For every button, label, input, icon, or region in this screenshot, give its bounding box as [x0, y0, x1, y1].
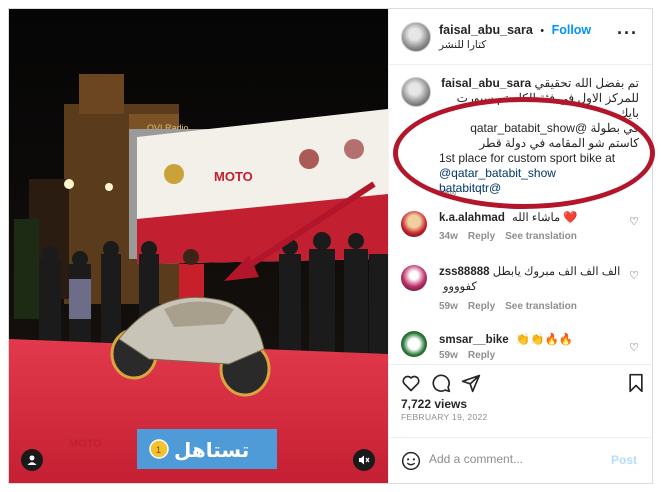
arabic-line-1: تم بفضل الله تحقيقي [534, 76, 639, 90]
arabic-line-2: للمركز الاول في فئة الكاستم سبورت بايك [456, 91, 639, 120]
comment-text: 👏👏🔥🔥 [515, 334, 574, 346]
heart-icon[interactable] [401, 373, 421, 393]
comment-item: k.a.alahmad ماشاء الله ❤️ 34w Reply See tr… [389, 207, 653, 257]
post-date[interactable]: FEBRUARY 19, 2022 [401, 412, 488, 422]
svg-text:1: 1 [156, 445, 161, 455]
comment-time[interactable]: 59w [439, 350, 458, 361]
comment-text: ماشاء الله ❤️ [512, 212, 578, 224]
more-options-icon[interactable]: ··· [617, 23, 638, 44]
tagged-users-button[interactable] [21, 449, 43, 471]
mute-button[interactable] [353, 449, 375, 471]
reply-button[interactable]: Reply [468, 350, 495, 361]
arabic-line-4: كاستم شو المقامه في دولة قطر [479, 136, 639, 150]
comment-username[interactable]: smsar__bike [439, 334, 509, 346]
muted-speaker-icon [359, 455, 370, 465]
see-translation-button[interactable]: See translation [505, 231, 577, 242]
user-icon [27, 455, 37, 465]
bookmark-icon[interactable] [627, 373, 645, 393]
post-video[interactable]: QVI Radio MOTO تستاهل 1 MOTO [9, 9, 388, 483]
comment-icon[interactable] [431, 373, 451, 393]
author-avatar[interactable] [401, 22, 431, 52]
reply-button[interactable]: Reply [468, 231, 495, 242]
sponsor-logo-moto: MOTO [214, 169, 253, 184]
author-username[interactable]: faisal_abu_sara [439, 23, 533, 37]
mention-link[interactable]: @qatar_batabit_show [439, 166, 639, 181]
comment-avatar[interactable] [401, 331, 427, 357]
share-icon[interactable] [461, 373, 481, 393]
view-count[interactable]: 7,722 views [401, 397, 467, 411]
comment-time[interactable]: 34w [439, 231, 458, 242]
caption-text: تم بفضل الله تحقيقي faisal_abu_sara للمر… [439, 76, 639, 196]
caption-avatar[interactable] [401, 77, 431, 107]
caption-username[interactable]: faisal_abu_sara [441, 76, 531, 90]
post-sidebar: faisal_abu_sara • Follow كتارا للنشر ···… [388, 9, 653, 483]
post-location[interactable]: كتارا للنشر [439, 39, 486, 51]
comment-input[interactable] [429, 452, 599, 466]
tag-link[interactable]: batabitqtr@ [439, 181, 639, 196]
comment-like-heart-icon[interactable]: ♡ [629, 269, 639, 282]
separator-dot: • [540, 25, 545, 37]
caption-time[interactable]: 65w [439, 188, 456, 199]
comment-item: zss88888 الف الف الف مبروك يابطل كفوووو … [389, 261, 653, 323]
comment-username[interactable]: k.a.alahmad [439, 212, 505, 224]
banner-text: تستاهل [174, 438, 249, 462]
video-frame: QVI Radio MOTO تستاهل 1 MOTO [9, 9, 388, 483]
emoji-icon[interactable] [401, 451, 421, 471]
action-bar [389, 364, 653, 398]
comment-like-heart-icon[interactable]: ♡ [629, 341, 639, 354]
reply-button[interactable]: Reply [468, 301, 495, 312]
comment-composer: Post [389, 437, 653, 483]
comment-item: smsar__bike 👏👏🔥🔥 59w Reply ♡ [389, 327, 653, 363]
see-translation-button[interactable]: See translation [505, 301, 577, 312]
comment-like-heart-icon[interactable]: ♡ [629, 215, 639, 228]
comment-username[interactable]: zss88888 [439, 266, 490, 278]
post-header: faisal_abu_sara • Follow كتارا للنشر ··· [389, 9, 652, 65]
post-caption: تم بفضل الله تحقيقي faisal_abu_sara للمر… [389, 65, 653, 205]
comment-avatar[interactable] [401, 265, 427, 291]
comment-time[interactable]: 59w [439, 301, 458, 312]
post-comment-button[interactable]: Post [611, 453, 637, 467]
english-line: 1st place for custom sport bike at [439, 151, 616, 165]
svg-text:MOTO: MOTO [69, 438, 102, 450]
follow-button[interactable]: Follow [552, 23, 592, 37]
arabic-line-3: في بطولة @qatar_batabit_show [470, 121, 639, 135]
comment-avatar[interactable] [401, 211, 427, 237]
instagram-post: QVI Radio MOTO تستاهل 1 MOTO faisal_abu_… [8, 8, 653, 484]
